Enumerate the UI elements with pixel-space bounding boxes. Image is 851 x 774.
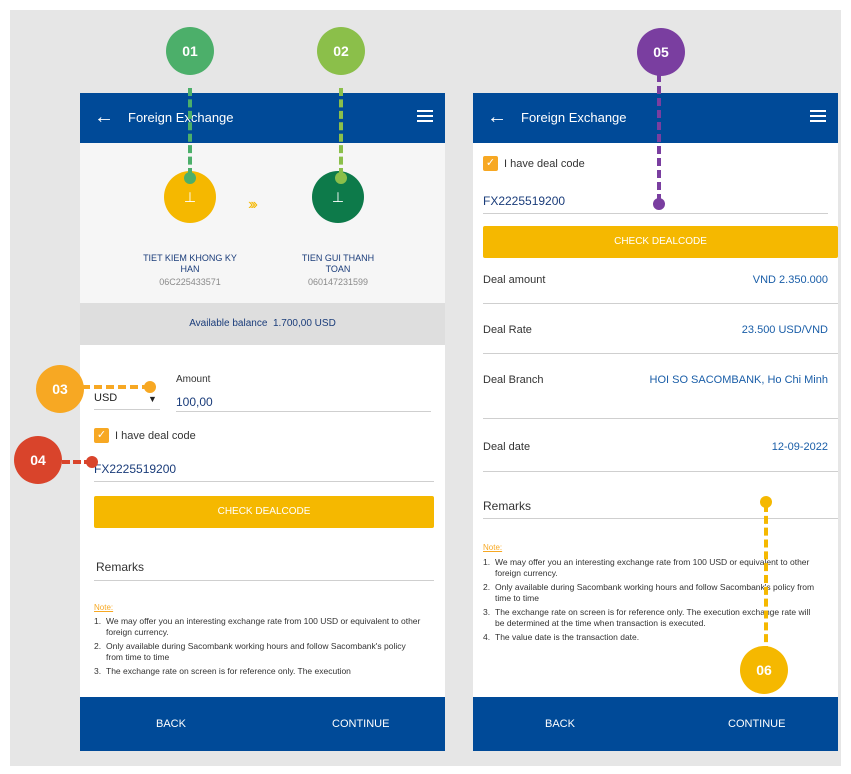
deal-date-label: Deal date [483, 441, 531, 453]
remarks-underline [94, 580, 434, 581]
deal-amount-label: Deal amount [483, 274, 546, 286]
back-arrow-icon[interactable]: ← [94, 105, 114, 129]
callout-02-line [339, 88, 343, 176]
app-bar: ← Foreign Exchange [80, 93, 445, 143]
bottom-action-bar: BACK CONTINUE [80, 697, 445, 751]
bottom-action-bar: BACK CONTINUE [473, 697, 838, 751]
deal-rate-value: 23.500 USD/VND [741, 324, 828, 336]
remarks-label: Remarks [483, 499, 532, 513]
deal-code-input[interactable]: FX2225519200 [483, 194, 565, 208]
app-title: Foreign Exchange [521, 110, 627, 125]
row-divider [483, 471, 838, 472]
callout-04-dot [86, 456, 98, 468]
app-bar: ← Foreign Exchange [473, 93, 838, 143]
menu-icon[interactable] [417, 110, 433, 122]
callout-02-dot [335, 172, 347, 184]
available-balance: Available balance 1.700,00 USD [80, 303, 445, 345]
note-label: Note: [94, 603, 114, 612]
callout-03-line [82, 385, 150, 389]
back-button[interactable]: BACK [156, 718, 186, 730]
callout-06-badge: 06 [740, 646, 788, 694]
app-title: Foreign Exchange [128, 110, 234, 125]
callout-02-badge: 02 [317, 27, 365, 75]
remarks-underline [483, 518, 838, 519]
callout-03-dot [144, 381, 156, 393]
deal-date-value: 12-09-2022 [771, 441, 828, 453]
transfer-arrow-icon: ››› [248, 196, 258, 213]
destination-account-name: TIEN GUI THANH TOAN [301, 253, 375, 274]
back-arrow-icon[interactable]: ← [487, 105, 507, 129]
deal-code-checkbox-label: I have deal code [504, 158, 585, 170]
currency-underline [94, 409, 160, 410]
row-divider [483, 418, 838, 419]
phone-screen-amount: ← Foreign Exchange ⊥ ››› ⊥ TIET KIEM KHO… [80, 93, 445, 751]
continue-button[interactable]: CONTINUE [332, 718, 389, 730]
deal-rate-label: Deal Rate [483, 324, 532, 336]
dropdown-icon[interactable]: ▼ [148, 394, 157, 404]
amount-label: Amount [176, 374, 211, 385]
row-divider [483, 303, 838, 304]
check-dealcode-button[interactable]: CHECK DEALCODE [483, 226, 838, 258]
continue-button[interactable]: CONTINUE [728, 718, 785, 730]
note-label: Note: [483, 543, 503, 552]
callout-01-badge: 01 [166, 27, 214, 75]
callout-06-dot [760, 496, 772, 508]
deal-code-checkbox[interactable]: ✓ [94, 428, 109, 443]
deal-branch-value: HOI SO SACOMBANK, Ho Chi Minh [649, 374, 829, 386]
check-dealcode-button[interactable]: CHECK DEALCODE [94, 496, 434, 528]
note-item: 2. Only available during Sacombank workin… [94, 641, 406, 662]
deal-code-checkbox-label: I have deal code [115, 430, 196, 442]
callout-06-line [764, 504, 768, 654]
deal-code-underline [483, 213, 828, 214]
menu-icon[interactable] [810, 110, 826, 122]
amount-underline [176, 411, 431, 412]
callout-01-dot [184, 172, 196, 184]
callout-05-line [657, 74, 661, 202]
callout-03-badge: 03 [36, 365, 84, 413]
callout-05-badge: 05 [637, 28, 685, 76]
currency-select[interactable]: USD [94, 392, 117, 404]
back-button[interactable]: BACK [545, 718, 575, 730]
deal-branch-label: Deal Branch [483, 374, 544, 386]
note-item: 3. The exchange rate on screen is for ref… [94, 666, 351, 676]
notes-list: 1. We may offer you an interesting exchan… [94, 616, 424, 696]
deal-code-underline [94, 481, 434, 482]
deal-code-checkbox[interactable]: ✓ [483, 156, 498, 171]
destination-account-number: 060147231599 [307, 277, 369, 287]
amount-input[interactable]: 100,00 [176, 395, 213, 409]
deal-code-input[interactable]: FX2225519200 [94, 462, 176, 476]
callout-04-badge: 04 [14, 436, 62, 484]
source-account-number: 06C225433571 [159, 277, 221, 287]
callout-05-dot [653, 198, 665, 210]
source-account-name: TIET KIEM KHONG KY HAN [143, 253, 237, 274]
row-divider [483, 353, 838, 354]
deal-amount-value: VND 2.350.000 [752, 274, 828, 286]
callout-01-line [188, 88, 192, 176]
phone-screen-deal-details: ← Foreign Exchange ✓ I have deal code FX… [473, 93, 838, 751]
remarks-label: Remarks [96, 560, 145, 574]
note-item: 1. We may offer you an interesting exchan… [94, 616, 421, 637]
